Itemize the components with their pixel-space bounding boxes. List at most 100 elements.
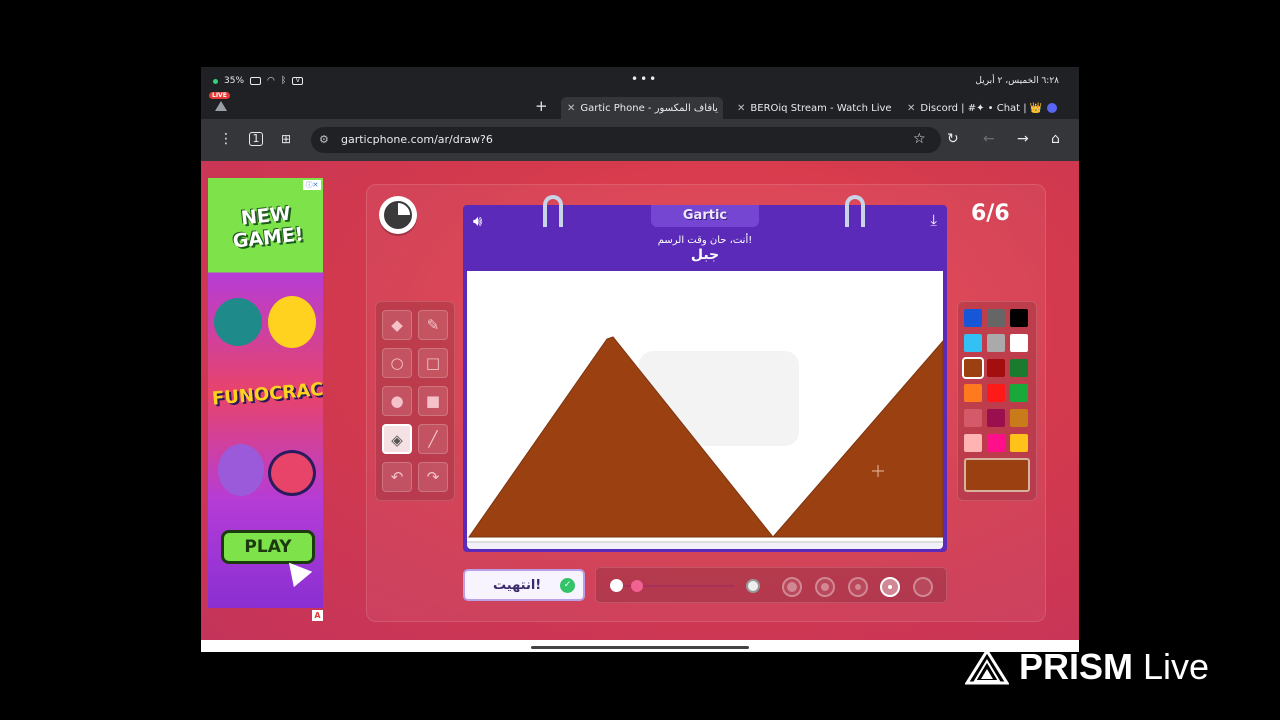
prism-live-watermark: PRISM Live	[964, 646, 1209, 688]
color-swatch[interactable]	[1010, 409, 1028, 427]
color-swatch[interactable]	[964, 309, 982, 327]
brush-size-2[interactable]	[880, 577, 900, 597]
drawing-canvas[interactable]	[467, 271, 943, 541]
vpn-icon: V	[292, 77, 304, 85]
tab-beroiq[interactable]: ✕ BEROiq Stream - Watch Live	[731, 97, 893, 119]
color-swatch[interactable]	[964, 409, 982, 427]
gartic-logo: Gartic	[651, 205, 759, 227]
tool-panel: ◆ ✎ ○ □ ● ■ ◈ ╱ ↶ ↷	[375, 301, 455, 501]
forward-icon[interactable]: →	[1017, 132, 1029, 146]
color-swatch[interactable]	[987, 359, 1005, 377]
brush-size-1[interactable]	[913, 577, 933, 597]
bookmark-star-icon[interactable]: ☆	[913, 132, 926, 146]
round-counter: 6/6	[971, 201, 1010, 226]
ad-info-icon[interactable]: ⓘ✕	[303, 180, 321, 190]
tab-label: Discord | #✦ • Chat | 👑	[920, 102, 1043, 114]
menu-dots-icon[interactable]: ⋮	[219, 132, 233, 146]
draw-prompt: أنت، حان وقت الرسم!	[657, 235, 753, 246]
brush-settings-bar	[595, 567, 947, 603]
color-palette	[957, 301, 1037, 501]
circle-outline-icon[interactable]: ○	[382, 348, 412, 378]
ad-banner[interactable]: ⓘ✕ NEW GAME! FUNOCRACY PLAY	[208, 178, 323, 608]
board-bottom-edge	[467, 541, 943, 549]
pencil-icon[interactable]: ✎	[418, 310, 448, 340]
color-swatch[interactable]	[987, 409, 1005, 427]
prism-brand-bold: PRISM	[1019, 646, 1134, 687]
color-swatch[interactable]	[1010, 434, 1028, 452]
color-swatch[interactable]	[964, 434, 982, 452]
wifi-icon: ◠	[267, 76, 275, 86]
redo-icon[interactable]: ↷	[418, 462, 448, 492]
check-icon: ✓	[560, 578, 575, 593]
sound-icon[interactable]: 🔊︎	[473, 212, 482, 230]
color-swatch[interactable]	[1010, 309, 1028, 327]
color-swatch[interactable]	[987, 334, 1005, 352]
board-ring-left	[543, 195, 563, 227]
address-bar: ⋮ 1 ⊞ ⚙ garticphone.com/ar/draw?6 ☆ ↻ ← …	[201, 119, 1079, 161]
brush-size-3[interactable]	[848, 577, 868, 597]
translate-icon[interactable]: ⊞	[281, 132, 291, 146]
tablet-screen: 35% ◠ ᛒ V ••• ٦:٢٨ الخميس، ٢ أبريل + ✕ G…	[201, 67, 1079, 652]
done-label: انتهيت!	[493, 578, 542, 593]
square-outline-icon[interactable]: □	[418, 348, 448, 378]
home-indicator[interactable]	[531, 646, 749, 649]
current-color-swatch	[964, 458, 1030, 492]
ad-character-angry-icon	[268, 450, 316, 496]
prism-live-text: PRISM Live	[1019, 646, 1209, 688]
tab-label: Gartic Phone - يافاف المكسور	[580, 102, 718, 114]
drawing-board: Gartic 🔊︎ ⤓ أنت، حان وقت الرسم! جبل	[463, 195, 947, 552]
ad-character-blonde-icon	[268, 296, 316, 348]
brush-size-5[interactable]	[782, 577, 802, 597]
drawing-svg	[468, 336, 943, 538]
line-icon[interactable]: ╱	[418, 424, 448, 454]
download-icon[interactable]: ⤓	[930, 211, 937, 229]
ad-headline: NEW GAME!	[231, 202, 305, 253]
fill-bucket-icon[interactable]: ◈	[382, 424, 412, 454]
home-icon[interactable]: ⌂	[1051, 132, 1060, 146]
tab-switcher-icon[interactable]: 1	[249, 132, 263, 146]
square-fill-icon[interactable]: ■	[418, 386, 448, 416]
ad-choices-label[interactable]: A	[312, 610, 323, 621]
more-dots-icon[interactable]: •••	[631, 72, 658, 86]
new-tab-button[interactable]: +	[535, 97, 548, 115]
color-swatch[interactable]	[1010, 359, 1028, 377]
battery-level: 35%	[224, 76, 245, 86]
opacity-max-dot	[746, 579, 760, 593]
live-badge: LIVE	[209, 92, 230, 99]
discord-favicon-icon	[1047, 103, 1058, 113]
site-settings-icon[interactable]: ⚙	[319, 133, 329, 146]
draw-word: جبل	[690, 247, 720, 263]
eraser-icon[interactable]: ◆	[382, 310, 412, 340]
close-tab-icon[interactable]: ✕	[907, 103, 915, 114]
color-swatch[interactable]	[964, 334, 982, 352]
tab-discord[interactable]: ✕ Discord | #✦ • Chat | 👑	[901, 97, 1069, 119]
gartic-page: ⓘ✕ NEW GAME! FUNOCRACY PLAY A 6/6 ◆ ✎ ○ …	[201, 161, 1079, 640]
status-time-date: ٦:٢٨ الخميس، ٢ أبريل	[975, 76, 1059, 86]
color-swatch[interactable]	[987, 384, 1005, 402]
color-swatch[interactable]	[962, 357, 984, 379]
url-text: garticphone.com/ar/draw?6	[341, 133, 493, 146]
undo-icon[interactable]: ↶	[382, 462, 412, 492]
tab-gartic[interactable]: ✕ Gartic Phone - يافاف المكسور	[561, 97, 723, 119]
timer-icon	[379, 196, 417, 234]
color-swatch[interactable]	[1010, 384, 1028, 402]
opacity-slider-handle[interactable]	[631, 580, 643, 592]
color-swatch[interactable]	[987, 434, 1005, 452]
status-bar: 35% ◠ ᛒ V ••• ٦:٢٨ الخميس، ٢ أبريل	[201, 67, 1079, 95]
close-tab-icon[interactable]: ✕	[567, 103, 575, 114]
tab-label: BEROiq Stream - Watch Live	[750, 102, 892, 114]
battery-icon	[250, 77, 262, 85]
close-tab-icon[interactable]: ✕	[737, 103, 745, 114]
brush-size-4[interactable]	[815, 577, 835, 597]
reload-icon[interactable]: ↻	[947, 132, 959, 146]
url-field[interactable]: ⚙ garticphone.com/ar/draw?6	[311, 127, 941, 153]
tab-strip: + ✕ Gartic Phone - يافاف المكسور ✕ BEROi…	[201, 95, 1079, 119]
circle-fill-icon[interactable]: ●	[382, 386, 412, 416]
color-swatch[interactable]	[964, 384, 982, 402]
done-button[interactable]: انتهيت! ✓	[463, 569, 585, 601]
status-icons: 35% ◠ ᛒ V	[213, 76, 304, 86]
color-swatch[interactable]	[1010, 334, 1028, 352]
color-swatch[interactable]	[987, 309, 1005, 327]
ad-character-thumbs-icon	[214, 298, 262, 346]
back-icon[interactable]: ←	[983, 132, 995, 146]
